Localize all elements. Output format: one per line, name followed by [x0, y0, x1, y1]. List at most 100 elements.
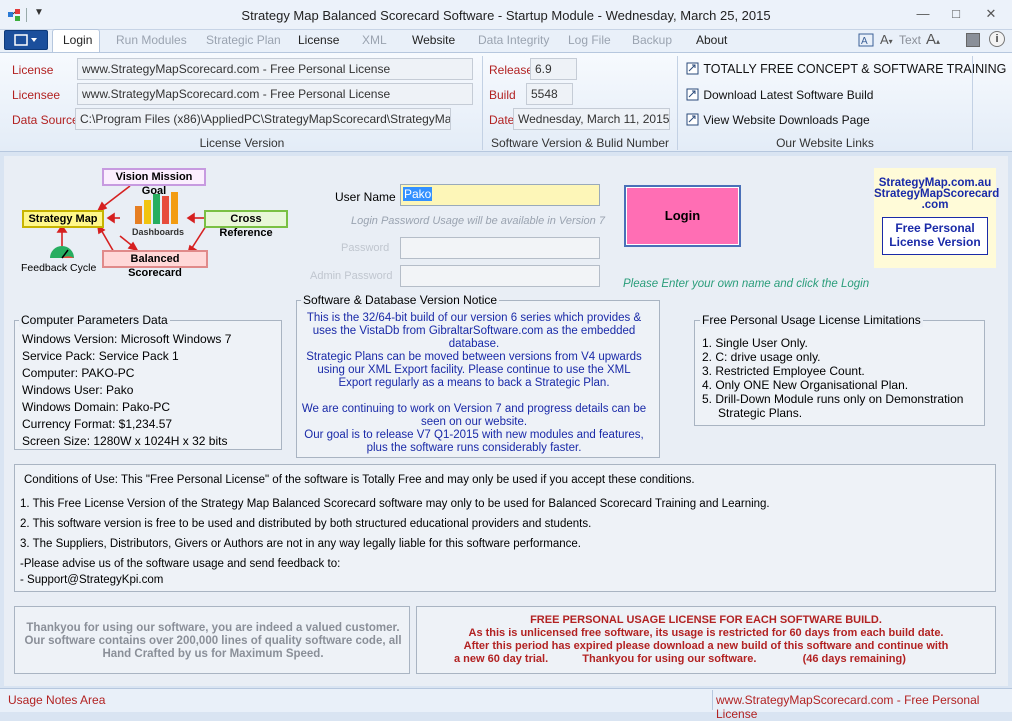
link-download-build[interactable]: Download Latest Software Build: [686, 88, 873, 102]
diagram-strategy-node: Strategy Map: [22, 210, 104, 228]
application-menu-icon: [14, 34, 37, 46]
admin-password-label: Admin Password: [310, 270, 393, 282]
link-free-training-label: TOTALLY FREE CONCEPT & SOFTWARE TRAINING: [703, 62, 1007, 76]
param-computer: Computer: PAKO-PC: [22, 366, 135, 380]
link-downloads-page-label: View Website Downloads Page: [703, 113, 870, 127]
svg-text:A: A: [861, 36, 868, 47]
param-windows-domain: Windows Domain: Pako-PC: [22, 400, 171, 414]
version-notice-p2: Strategic Plans can be moved between ver…: [306, 351, 642, 389]
admin-password-input[interactable]: [400, 265, 600, 287]
decrease-font-icon[interactable]: A▾: [880, 32, 893, 47]
release-label: Release: [489, 63, 534, 77]
param-currency-format: Currency Format: $1,234.57: [22, 417, 173, 431]
page-link-icon: [686, 62, 699, 75]
strategy-diagram: Vision Mission Goal Strategy Map Dashboa…: [20, 166, 292, 279]
tab-website[interactable]: Website: [412, 33, 455, 47]
status-license: www.StrategyMapScorecard.com - Free Pers…: [716, 693, 980, 721]
tab-strategic-plan[interactable]: Strategic Plan: [206, 33, 281, 47]
tab-about[interactable]: About: [696, 33, 727, 47]
tab-backup[interactable]: Backup: [632, 33, 672, 47]
build-field[interactable]: 5548: [526, 83, 573, 105]
computer-params-legend: Computer Parameters Data: [19, 313, 170, 327]
tab-log-file[interactable]: Log File: [568, 33, 611, 47]
data-source-field[interactable]: C:\Program Files (x86)\AppliedPC\Strateg…: [75, 108, 451, 130]
version-group-title: Software Version & Bulid Number: [490, 136, 670, 150]
license-label: License: [12, 63, 54, 77]
link-free-training[interactable]: TOTALLY FREE CONCEPT & SOFTWARE TRAINING: [686, 62, 1006, 76]
conditions-line: 1. This Free License Version of the Stra…: [20, 498, 770, 510]
version-notice-p4: Our goal is to release V7 Q1-2015 with n…: [304, 429, 644, 454]
computer-params-list: Windows Version: Microsoft Windows 7 Ser…: [22, 331, 231, 450]
username-input[interactable]: Pako: [400, 184, 600, 206]
free-notice-line-4a: a new 60 day trial.: [454, 653, 549, 665]
tab-login[interactable]: Login: [63, 33, 92, 47]
close-button[interactable]: ✕: [981, 6, 1001, 22]
branding-panel: StrategyMap.com.au StrategyMapScorecard …: [874, 168, 999, 268]
username-label: User Name: [335, 190, 396, 204]
status-usage-notes: Usage Notes Area: [8, 693, 106, 707]
text-toggle[interactable]: Text: [899, 33, 921, 47]
param-screen-size: Screen Size: 1280W x 1024H x 32 bits: [22, 434, 228, 448]
version-notice-p3: We are continuing to work on Version 7 a…: [301, 403, 647, 428]
conditions-line: 2. This software version is free to be u…: [20, 518, 592, 530]
tab-run-modules[interactable]: Run Modules: [116, 33, 187, 47]
maximize-button[interactable]: □: [946, 6, 966, 22]
conditions-line: -Please advise us of the software usage …: [20, 558, 341, 570]
login-note: Login Password Usage will be available i…: [351, 215, 605, 227]
password-input[interactable]: [400, 237, 600, 259]
login-hint: Please Enter your own name and click the…: [623, 278, 870, 290]
link-downloads-page[interactable]: View Website Downloads Page: [686, 113, 870, 127]
links-group-title: Our Website Links: [776, 136, 874, 150]
free-notice-line-3: After this period has expired please dow…: [463, 640, 949, 652]
free-notice-line-2: As this is unlicensed free software, its…: [468, 627, 944, 639]
limitation-item: 2. C: drive usage only.: [702, 350, 821, 364]
login-button[interactable]: Login: [624, 185, 741, 247]
tab-xml[interactable]: XML: [362, 33, 387, 47]
version-notice-p1: This is the 32/64-bit build of our versi…: [306, 312, 642, 350]
group-separator: [482, 56, 483, 150]
window-title: Strategy Map Balanced Scorecard Software…: [241, 8, 771, 23]
application-menu-button[interactable]: [4, 30, 48, 50]
theme-icon[interactable]: [966, 33, 980, 47]
tab-data-integrity[interactable]: Data Integrity: [478, 33, 549, 47]
conditions-line: 3. The Suppliers, Distributors, Givers o…: [20, 538, 581, 550]
branding-line-3: .com: [921, 199, 949, 211]
license-field[interactable]: www.StrategyMapScorecard.com - Free Pers…: [77, 58, 473, 80]
tab-license[interactable]: License: [298, 33, 339, 47]
title-bar: ▼ Strategy Map Balanced Scorecard Softwa…: [0, 0, 1012, 30]
param-windows-user: Windows User: Pako: [22, 383, 134, 397]
licensee-field[interactable]: www.StrategyMapScorecard.com - Free Pers…: [77, 83, 473, 105]
username-value: Pako: [403, 187, 433, 201]
font-size-icon[interactable]: A: [858, 33, 874, 47]
build-label: Build: [489, 88, 516, 102]
password-label: Password: [341, 242, 390, 254]
limitation-item: Strategic Plans.: [718, 406, 803, 420]
diagram-feedback-label: Feedback Cycle: [21, 262, 97, 274]
free-license-badge: Free Personal License Version: [882, 217, 988, 255]
help-icon[interactable]: i: [989, 31, 1005, 47]
diagram-cross-node: Cross Reference: [204, 210, 288, 239]
diagram-dashboards-label: Dashboards: [132, 227, 185, 237]
conditions-line: Conditions of Use: This "Free Personal L…: [24, 474, 695, 486]
release-field[interactable]: 6.9: [530, 58, 577, 80]
increase-font-icon[interactable]: A▴: [926, 31, 940, 48]
diagram-vision-node: Vision Mission Goal: [102, 168, 206, 197]
param-windows-version: Windows Version: Microsoft Windows 7: [22, 332, 232, 346]
status-separator: [712, 690, 713, 710]
minimize-button[interactable]: —: [913, 6, 933, 22]
date-field[interactable]: Wednesday, March 11, 2015: [513, 108, 670, 130]
thanks-text: Thankyou for using our software, you are…: [24, 622, 402, 660]
date-label: Date: [489, 113, 515, 127]
param-service-pack: Service Pack: Service Pack 1: [22, 349, 179, 363]
limitation-item: 5. Drill-Down Module runs only on Demons…: [702, 392, 964, 406]
limitation-item: 4. Only ONE New Organisational Plan.: [702, 378, 909, 392]
free-notice-line-1: FREE PERSONAL USAGE LICENSE FOR EACH SOF…: [530, 614, 882, 626]
limitation-item: 3. Restricted Employee Count.: [702, 364, 865, 378]
limitations-legend: Free Personal Usage License Limitations: [700, 313, 923, 327]
data-source-label: Data Source: [12, 113, 79, 127]
diagram-balanced-node: Balanced Scorecard: [102, 250, 208, 279]
free-notice: FREE PERSONAL USAGE LICENSE FOR EACH SOF…: [416, 614, 996, 666]
free-notice-line-4b: Thankyou for using our software.: [582, 653, 757, 665]
limitation-item: 1. Single User Only.: [702, 336, 808, 350]
group-separator: [972, 56, 973, 150]
